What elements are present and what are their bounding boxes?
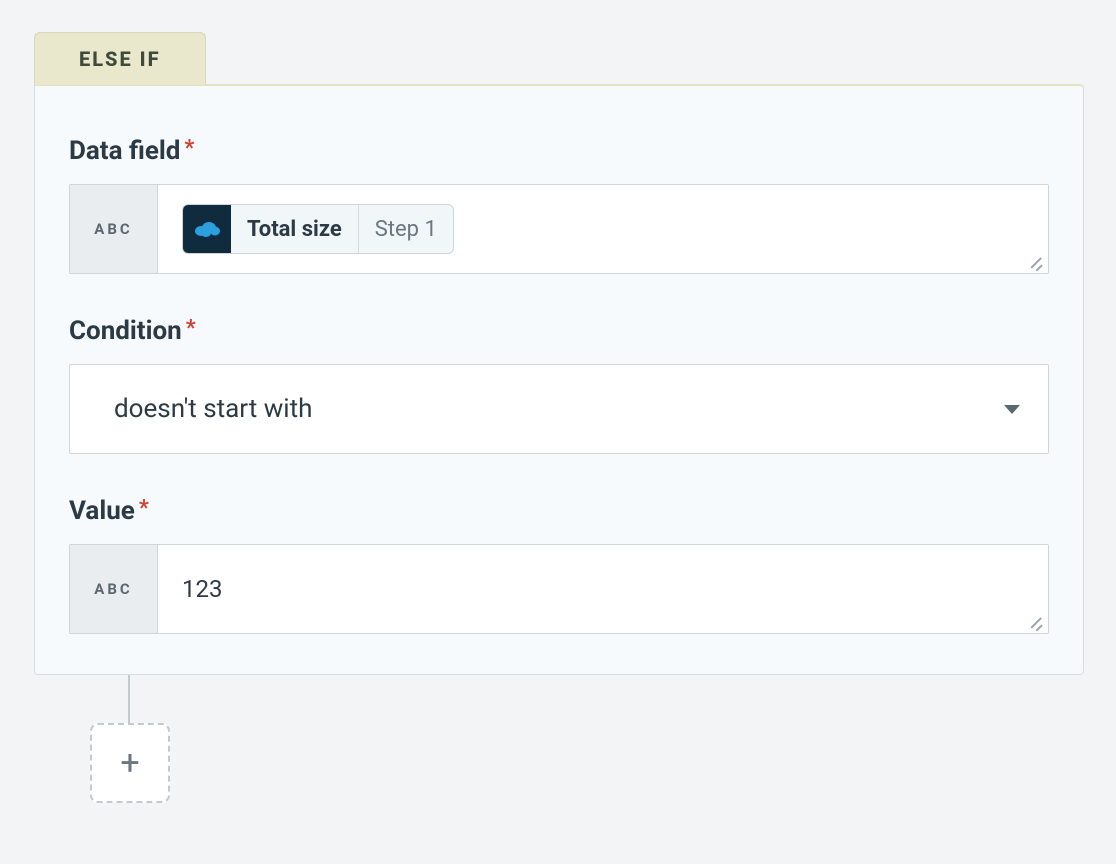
salesforce-icon (183, 205, 231, 253)
field-data-field: Data field* ABC (69, 136, 1049, 274)
pill-step-text: Step 1 (375, 217, 437, 242)
resize-grip-icon (1026, 613, 1042, 629)
pill-main-label: Total size (231, 205, 359, 253)
data-field-body[interactable]: Total size Step 1 (158, 185, 1048, 273)
condition-selected: doesn't start with (114, 394, 312, 424)
label-text: Value (69, 496, 135, 526)
data-field-input[interactable]: ABC Total size (69, 184, 1049, 274)
label-data-field: Data field* (69, 136, 1049, 166)
pill-main-text: Total size (247, 217, 342, 242)
type-indicator-abc: ABC (70, 185, 158, 273)
label-condition: Condition* (69, 316, 1049, 346)
required-indicator: * (184, 136, 194, 161)
label-text: Condition (69, 316, 182, 346)
tab-label: ELSE IF (79, 47, 161, 71)
type-indicator-text: ABC (94, 580, 132, 598)
required-indicator: * (186, 316, 196, 341)
connector-line (128, 675, 130, 723)
chevron-down-icon (1004, 405, 1020, 414)
type-indicator-abc: ABC (70, 545, 158, 633)
connector-area: + (34, 675, 1084, 803)
add-step-button[interactable]: + (90, 723, 170, 803)
label-value: Value* (69, 496, 1049, 526)
label-text: Data field (69, 136, 180, 166)
value-text: 123 (182, 575, 222, 603)
field-condition: Condition* doesn't start with (69, 316, 1049, 454)
value-body[interactable]: 123 (158, 545, 1048, 633)
required-indicator: * (139, 496, 149, 521)
tab-else-if[interactable]: ELSE IF (34, 32, 206, 85)
data-pill[interactable]: Total size Step 1 (182, 204, 454, 254)
field-value: Value* ABC 123 (69, 496, 1049, 634)
condition-card: Data field* ABC (34, 84, 1084, 675)
condition-select[interactable]: doesn't start with (69, 364, 1049, 454)
type-indicator-text: ABC (94, 220, 132, 238)
pill-step-label: Step 1 (359, 205, 453, 253)
plus-icon: + (120, 746, 139, 780)
value-input[interactable]: ABC 123 (69, 544, 1049, 634)
resize-grip-icon (1026, 253, 1042, 269)
